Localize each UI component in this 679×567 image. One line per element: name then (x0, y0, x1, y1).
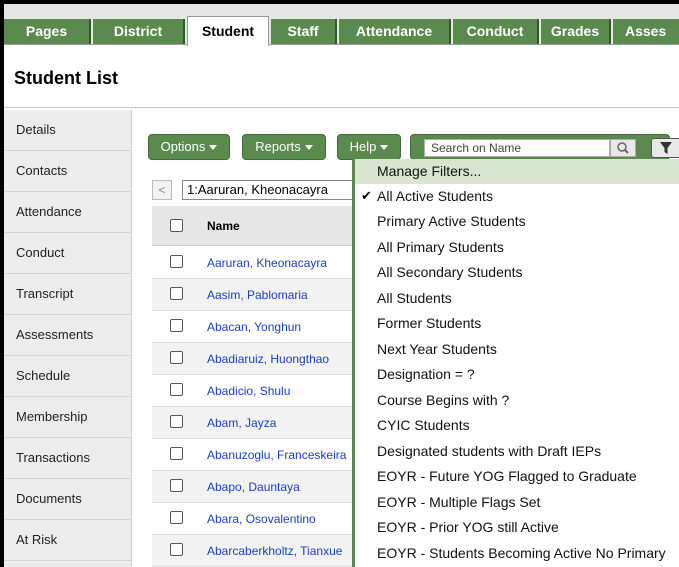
menu-item-primary-active-students[interactable]: Primary Active Students (355, 209, 679, 234)
menu-item-label: EOYR - Multiple Flags Set (377, 494, 541, 510)
search-icon (617, 142, 629, 154)
row-checkbox[interactable] (170, 543, 183, 556)
sidebar: Details Contacts Attendance Conduct Tran… (4, 110, 132, 567)
sidebar-item-contacts[interactable]: Contacts (4, 151, 132, 192)
tab-staff[interactable]: Staff (271, 19, 337, 44)
menu-item-eoyr-multiple-flags[interactable]: EOYR - Multiple Flags Set (355, 490, 679, 515)
menu-item-eoyr-future-yog[interactable]: EOYR - Future YOG Flagged to Graduate (355, 464, 679, 489)
menu-item-label: Designation = ? (377, 366, 475, 382)
menu-item-all-primary-students[interactable]: All Primary Students (355, 235, 679, 260)
chevron-down-icon (380, 145, 389, 151)
student-name-link[interactable]: Abadicio, Shulu (207, 384, 290, 398)
menu-item-manage-filters[interactable]: Manage Filters... (355, 159, 679, 184)
menu-item-all-active-students[interactable]: ✔ All Active Students (355, 184, 679, 209)
menu-item-label: Next Year Students (377, 341, 497, 357)
row-checkbox[interactable] (170, 383, 183, 396)
row-checkbox[interactable] (170, 511, 183, 524)
checkmark-icon: ✔ (361, 188, 372, 203)
student-name-link[interactable]: Aaruran, Kheonacayra (207, 256, 327, 270)
options-button[interactable]: Options (148, 134, 230, 160)
tab-conduct[interactable]: Conduct (453, 19, 539, 44)
menu-item-label: Manage Filters... (377, 163, 482, 179)
student-name-link[interactable]: Abarcaberkholtz, Tianxue (207, 544, 342, 558)
sidebar-item-transactions[interactable]: Transactions (4, 438, 132, 479)
help-label: Help (349, 139, 377, 154)
menu-item-eoyr-no-primary[interactable]: EOYR - Students Becoming Active No Prima… (355, 541, 679, 566)
menu-item-label: All Primary Students (377, 239, 504, 255)
menu-item-cyic-students[interactable]: CYIC Students (355, 413, 679, 438)
row-checkbox[interactable] (170, 479, 183, 492)
title-bar: Student List (4, 44, 679, 108)
menu-item-label: All Secondary Students (377, 264, 523, 280)
menu-item-all-students[interactable]: All Students (355, 286, 679, 311)
menu-item-next-year-students[interactable]: Next Year Students (355, 337, 679, 362)
menu-item-label: EOYR - Students Becoming Active No Prima… (377, 545, 666, 561)
menu-item-label: All Active Students (377, 188, 493, 204)
menu-item-label: EOYR - Future YOG Flagged to Graduate (377, 468, 637, 484)
menu-item-former-students[interactable]: Former Students (355, 311, 679, 336)
filter-dropdown-menu: Manage Filters... ✔ All Active Students P… (352, 159, 679, 567)
sidebar-item-schedule[interactable]: Schedule (4, 356, 132, 397)
reports-label: Reports (255, 139, 301, 154)
menu-item-label: Designated students with Draft IEPs (377, 443, 602, 459)
sidebar-item-details[interactable]: Details (4, 110, 132, 151)
student-name-link[interactable]: Abara, Osovalentino (207, 512, 316, 526)
tab-student[interactable]: Student (187, 16, 269, 46)
sidebar-item-transcript[interactable]: Transcript (4, 274, 132, 315)
help-button[interactable]: Help (337, 134, 401, 160)
row-checkbox[interactable] (170, 415, 183, 428)
menu-item-eoyr-prior-yog[interactable]: EOYR - Prior YOG still Active (355, 515, 679, 540)
menu-item-label: Former Students (377, 315, 482, 331)
sidebar-item-documents[interactable]: Documents (4, 479, 132, 520)
row-checkbox[interactable] (170, 287, 183, 300)
menu-item-label: Course Begins with ? (377, 392, 510, 408)
sidebar-item-assessments[interactable]: Assessments (4, 315, 132, 356)
chevron-down-icon (304, 145, 313, 151)
menu-item-label: Primary Active Students (377, 213, 526, 229)
student-name-link[interactable]: Aasim, Pablomaria (207, 288, 308, 302)
sidebar-item-conduct[interactable]: Conduct (4, 233, 132, 274)
sidebar-item-attendance[interactable]: Attendance (4, 192, 132, 233)
top-tab-bar: Pages District Student Staff Attendance … (4, 4, 679, 46)
options-label: Options (160, 139, 206, 154)
filter-icon (660, 142, 672, 154)
student-name-link[interactable]: Abadiaruiz, Huongthao (207, 352, 329, 366)
tab-district[interactable]: District (93, 19, 185, 44)
filter-button[interactable] (651, 138, 679, 158)
sidebar-item-at-risk[interactable]: At Risk (4, 520, 132, 561)
student-name-link[interactable]: Abam, Jayza (207, 416, 276, 430)
previous-record-button[interactable]: < (152, 180, 172, 200)
row-checkbox[interactable] (170, 351, 183, 364)
app-window: Pages District Student Staff Attendance … (4, 4, 679, 567)
row-checkbox[interactable] (170, 319, 183, 332)
menu-item-label: All Students (377, 290, 452, 306)
search-button[interactable] (610, 139, 636, 157)
menu-item-draft-ieps[interactable]: Designated students with Draft IEPs (355, 439, 679, 464)
menu-item-course-begins-with[interactable]: Course Begins with ? (355, 388, 679, 413)
search-input[interactable] (424, 139, 610, 157)
page-title: Student List (14, 68, 118, 88)
tab-grades[interactable]: Grades (541, 19, 611, 44)
menu-item-designation[interactable]: Designation = ? (355, 362, 679, 387)
select-all-checkbox[interactable] (170, 219, 183, 232)
reports-button[interactable]: Reports (242, 134, 326, 160)
sidebar-item-membership[interactable]: Membership (4, 397, 132, 438)
menu-item-all-secondary-students[interactable]: All Secondary Students (355, 260, 679, 285)
student-name-link[interactable]: Abanuzoglu, Franceskeira (207, 448, 346, 462)
chevron-down-icon (209, 145, 218, 151)
row-checkbox[interactable] (170, 255, 183, 268)
tab-attendance[interactable]: Attendance (339, 19, 451, 44)
student-name-link[interactable]: Abacan, Yonghun (207, 320, 301, 334)
tab-pages[interactable]: Pages (4, 19, 91, 44)
menu-item-label: CYIC Students (377, 417, 470, 433)
search-group (410, 134, 679, 160)
student-name-link[interactable]: Abapo, Dauntaya (207, 480, 300, 494)
name-column-header[interactable]: Name (207, 219, 240, 233)
menu-item-label: EOYR - Prior YOG still Active (377, 519, 559, 535)
tab-assessments[interactable]: Asses (613, 19, 679, 44)
row-checkbox[interactable] (170, 447, 183, 460)
